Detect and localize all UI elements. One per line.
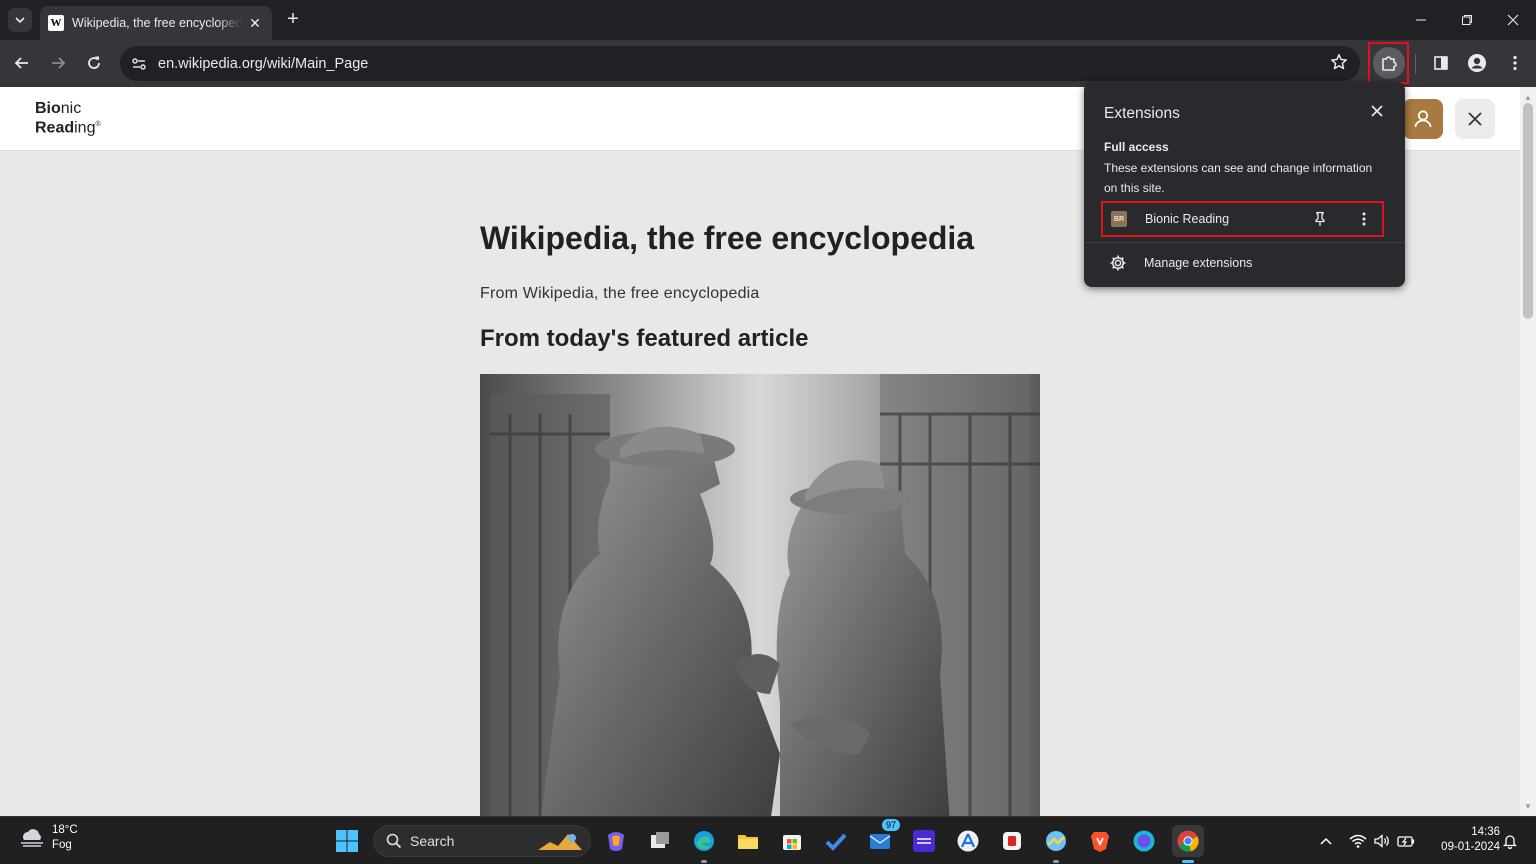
- active-indicator: [1182, 860, 1194, 863]
- kebab-menu-icon[interactable]: [1503, 51, 1527, 75]
- chrome-icon[interactable]: [1172, 825, 1204, 863]
- chevron-down-icon[interactable]: [8, 8, 32, 32]
- tab-title: Wikipedia, the free encyclopedia: [72, 16, 242, 30]
- toolbar-separator: [1415, 54, 1416, 74]
- bronze-statue-photo[interactable]: [480, 374, 1040, 816]
- full-access-description: These extensions can see and change info…: [1104, 161, 1373, 195]
- windows-taskbar: 18°C Fog Search 97 14:36 09-01-2024: [0, 816, 1536, 864]
- system-clock[interactable]: 14:36 09-01-2024: [1424, 825, 1500, 855]
- star-icon[interactable]: [1330, 53, 1348, 76]
- pin-icon[interactable]: [1310, 209, 1330, 229]
- bionic-reading-icon: BR: [1111, 211, 1127, 227]
- edge-icon[interactable]: [688, 825, 720, 863]
- clock-time: 14:36: [1471, 826, 1500, 838]
- clock-date: 09-01-2024: [1441, 841, 1500, 853]
- tab-close-icon[interactable]: ✕: [246, 15, 264, 32]
- registered-mark: ®: [95, 121, 101, 128]
- page-scrollbar[interactable]: ▲ ▼: [1520, 87, 1536, 816]
- logo-bold-1: Bio: [35, 100, 61, 117]
- search-highlight-icon: [538, 834, 582, 850]
- notification-bell-icon[interactable]: [1500, 825, 1520, 857]
- volume-icon[interactable]: [1370, 825, 1394, 857]
- search-icon: [386, 833, 402, 849]
- new-tab-icon[interactable]: +: [282, 8, 304, 30]
- full-access-heading: Full access: [1104, 140, 1169, 154]
- extension-name: Bionic Reading: [1145, 212, 1230, 226]
- tab-strip: W Wikipedia, the free encyclopedia ✕ +: [0, 0, 1536, 40]
- scroll-thumb[interactable]: [1523, 103, 1533, 319]
- close-icon[interactable]: [1368, 102, 1386, 120]
- window-close-icon[interactable]: [1490, 0, 1536, 40]
- logo-rest-1: nic: [60, 100, 82, 117]
- address-bar[interactable]: en.wikipedia.org/wiki/Main_Page: [120, 46, 1360, 81]
- amazon-music-icon[interactable]: [908, 825, 940, 857]
- copilot-icon[interactable]: [600, 825, 632, 857]
- mail-badge: 97: [881, 819, 900, 831]
- manage-extensions-item[interactable]: Manage extensions: [1084, 243, 1405, 283]
- manage-extensions-label: Manage extensions: [1144, 256, 1253, 270]
- extensions-button[interactable]: [1368, 42, 1409, 84]
- mail-icon[interactable]: 97: [864, 819, 900, 857]
- browser-tab[interactable]: W Wikipedia, the free encyclopedia ✕: [40, 6, 272, 40]
- forward-arrow-icon[interactable]: [46, 51, 70, 75]
- fog-cloud-icon: [18, 826, 46, 850]
- sky-app-icon[interactable]: [1040, 825, 1072, 863]
- extension-item-bionic-reading[interactable]: BR Bionic Reading: [1101, 201, 1384, 237]
- search-label: Search: [410, 833, 455, 849]
- microsoft-store-icon[interactable]: [776, 825, 808, 857]
- brave-icon[interactable]: [1084, 825, 1116, 857]
- side-panel-icon[interactable]: [1429, 51, 1453, 75]
- minimize-icon[interactable]: [1398, 0, 1444, 40]
- bionic-reading-logo[interactable]: Bionic Reading®: [35, 101, 101, 136]
- running-indicator: [1053, 860, 1059, 863]
- section-heading: From today's featured article: [480, 325, 809, 352]
- popup-title: Extensions: [1104, 105, 1180, 122]
- running-indicator: [701, 860, 707, 863]
- profile-icon[interactable]: [1465, 51, 1489, 75]
- windows-start-icon[interactable]: [331, 825, 363, 857]
- scroll-down-icon[interactable]: ▼: [1520, 798, 1536, 814]
- logo-bold-2: Read: [35, 119, 75, 137]
- extensions-popup: Extensions Full access These extensions …: [1084, 82, 1405, 287]
- taskbar-search[interactable]: Search: [373, 825, 591, 857]
- reload-icon[interactable]: [82, 51, 106, 75]
- back-arrow-icon[interactable]: [10, 51, 34, 75]
- gear-icon: [1109, 254, 1127, 272]
- canva-icon[interactable]: [1128, 825, 1160, 857]
- task-view-icon[interactable]: [644, 825, 676, 857]
- restore-icon[interactable]: [1444, 0, 1490, 40]
- weather-temperature: 18°C: [52, 824, 78, 836]
- site-info-icon[interactable]: [124, 49, 154, 79]
- user-account-icon[interactable]: [1403, 99, 1443, 139]
- wifi-icon[interactable]: [1346, 825, 1370, 857]
- wikipedia-favicon-icon: W: [48, 15, 64, 31]
- article-subtitle: From Wikipedia, the free encyclopedia: [480, 285, 760, 302]
- app-store-icon[interactable]: [952, 825, 984, 857]
- article-title: Wikipedia, the free encyclopedia: [480, 220, 975, 256]
- url-text[interactable]: en.wikipedia.org/wiki/Main_Page: [158, 56, 368, 72]
- browser-toolbar: en.wikipedia.org/wiki/Main_Page: [0, 40, 1536, 87]
- close-reader-icon[interactable]: [1455, 99, 1495, 139]
- battery-icon[interactable]: [1394, 825, 1418, 857]
- logo-rest-2: ing: [74, 119, 96, 137]
- more-options-icon[interactable]: [1354, 209, 1374, 229]
- app-icon[interactable]: [996, 825, 1028, 857]
- weather-widget[interactable]: 18°C Fog: [18, 823, 78, 853]
- file-explorer-icon[interactable]: [732, 825, 764, 857]
- weather-condition: Fog: [52, 839, 72, 851]
- show-hidden-icons-chevron-icon[interactable]: [1316, 825, 1336, 857]
- todo-icon[interactable]: [820, 825, 852, 857]
- puzzle-icon: [1372, 47, 1405, 79]
